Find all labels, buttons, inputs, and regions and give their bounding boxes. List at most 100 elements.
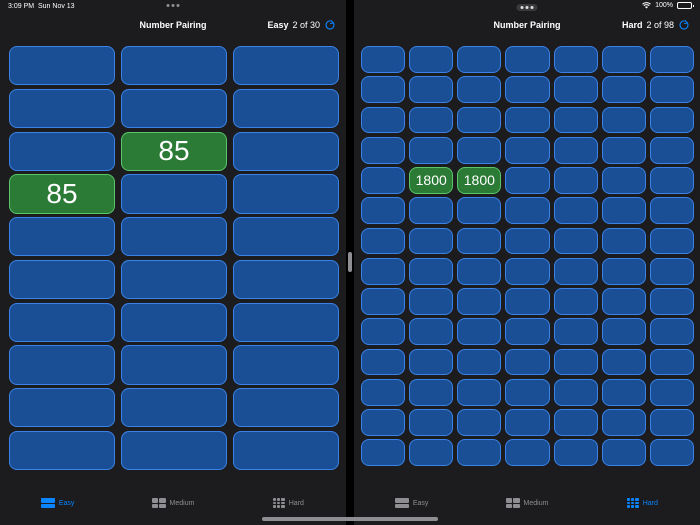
tile[interactable] (409, 227, 454, 255)
tile[interactable] (361, 106, 406, 134)
tile[interactable] (553, 288, 598, 315)
tile[interactable] (9, 430, 115, 470)
tile[interactable] (553, 257, 598, 285)
tile[interactable] (233, 46, 339, 86)
tile[interactable] (601, 197, 646, 224)
tile[interactable] (457, 197, 502, 224)
tile[interactable] (601, 409, 646, 436)
tile[interactable] (409, 257, 454, 285)
tile[interactable] (409, 136, 454, 164)
tile[interactable] (649, 227, 694, 255)
tile[interactable] (457, 227, 502, 255)
tile[interactable] (649, 409, 694, 436)
tile[interactable] (361, 76, 406, 103)
tile[interactable] (649, 167, 694, 194)
tile[interactable] (553, 106, 598, 134)
tile[interactable] (361, 136, 406, 164)
tile[interactable] (505, 136, 550, 164)
tile[interactable] (649, 46, 694, 73)
tile[interactable] (601, 257, 646, 285)
tile[interactable] (601, 106, 646, 134)
tile[interactable] (457, 257, 502, 285)
tile[interactable] (9, 88, 115, 128)
tile[interactable] (233, 345, 339, 385)
tile[interactable] (233, 259, 339, 299)
tile[interactable] (233, 131, 339, 171)
tile[interactable] (361, 167, 406, 194)
tile[interactable] (361, 197, 406, 224)
tile[interactable] (553, 167, 598, 194)
tile[interactable] (649, 257, 694, 285)
tile[interactable] (601, 288, 646, 315)
tile[interactable] (553, 378, 598, 406)
tile[interactable] (9, 46, 115, 86)
tile[interactable] (601, 136, 646, 164)
tile[interactable] (121, 259, 227, 299)
tile[interactable] (457, 318, 502, 345)
tile[interactable] (505, 378, 550, 406)
tile[interactable] (601, 167, 646, 194)
tab-easy[interactable]: Easy (0, 495, 115, 511)
tile[interactable] (505, 46, 550, 73)
tab-medium[interactable]: Medium (469, 495, 584, 511)
tile[interactable] (649, 288, 694, 315)
tile-revealed[interactable]: 1800 (457, 167, 502, 194)
tile[interactable] (457, 106, 502, 134)
tile[interactable] (505, 409, 550, 436)
tile[interactable] (649, 136, 694, 164)
tile[interactable] (409, 76, 454, 103)
tile[interactable] (601, 439, 646, 466)
tile[interactable] (233, 430, 339, 470)
tile[interactable] (553, 197, 598, 224)
tile[interactable] (649, 106, 694, 134)
tile[interactable] (505, 227, 550, 255)
tile[interactable] (9, 302, 115, 342)
tile[interactable] (409, 106, 454, 134)
tile[interactable] (361, 439, 406, 466)
tile[interactable] (505, 197, 550, 224)
tile[interactable] (601, 348, 646, 376)
tile-revealed[interactable]: 85 (9, 174, 115, 214)
tile[interactable] (361, 378, 406, 406)
tile[interactable] (649, 197, 694, 224)
tile[interactable] (121, 388, 227, 428)
tile[interactable] (409, 439, 454, 466)
tile-revealed[interactable]: 1800 (409, 167, 454, 194)
tile[interactable] (553, 46, 598, 73)
tile[interactable] (409, 378, 454, 406)
tile[interactable] (457, 76, 502, 103)
tile[interactable] (121, 88, 227, 128)
tile[interactable] (457, 46, 502, 73)
refresh-icon[interactable] (324, 19, 336, 31)
tile[interactable] (457, 439, 502, 466)
tab-medium[interactable]: Medium (115, 495, 230, 511)
tile[interactable] (553, 348, 598, 376)
tile[interactable] (457, 409, 502, 436)
tile[interactable] (457, 348, 502, 376)
tab-hard[interactable]: Hard (585, 495, 700, 511)
tile[interactable] (553, 227, 598, 255)
tile[interactable] (505, 439, 550, 466)
tile[interactable] (233, 88, 339, 128)
tile[interactable] (121, 345, 227, 385)
tile[interactable] (649, 76, 694, 103)
split-handle[interactable] (348, 252, 352, 272)
tab-hard[interactable]: Hard (231, 495, 346, 511)
refresh-icon[interactable] (678, 19, 690, 31)
tile[interactable] (601, 227, 646, 255)
tile[interactable] (601, 76, 646, 103)
tile[interactable] (409, 348, 454, 376)
tile[interactable] (601, 318, 646, 345)
tile[interactable] (9, 345, 115, 385)
tile[interactable] (121, 302, 227, 342)
tab-easy[interactable]: Easy (354, 495, 469, 511)
tile[interactable] (233, 174, 339, 214)
tile[interactable] (121, 174, 227, 214)
tile[interactable] (649, 318, 694, 345)
tile[interactable] (361, 318, 406, 345)
tile[interactable] (649, 378, 694, 406)
tile[interactable] (233, 217, 339, 257)
home-indicator[interactable] (262, 517, 438, 521)
tile[interactable] (409, 409, 454, 436)
tile[interactable] (505, 257, 550, 285)
